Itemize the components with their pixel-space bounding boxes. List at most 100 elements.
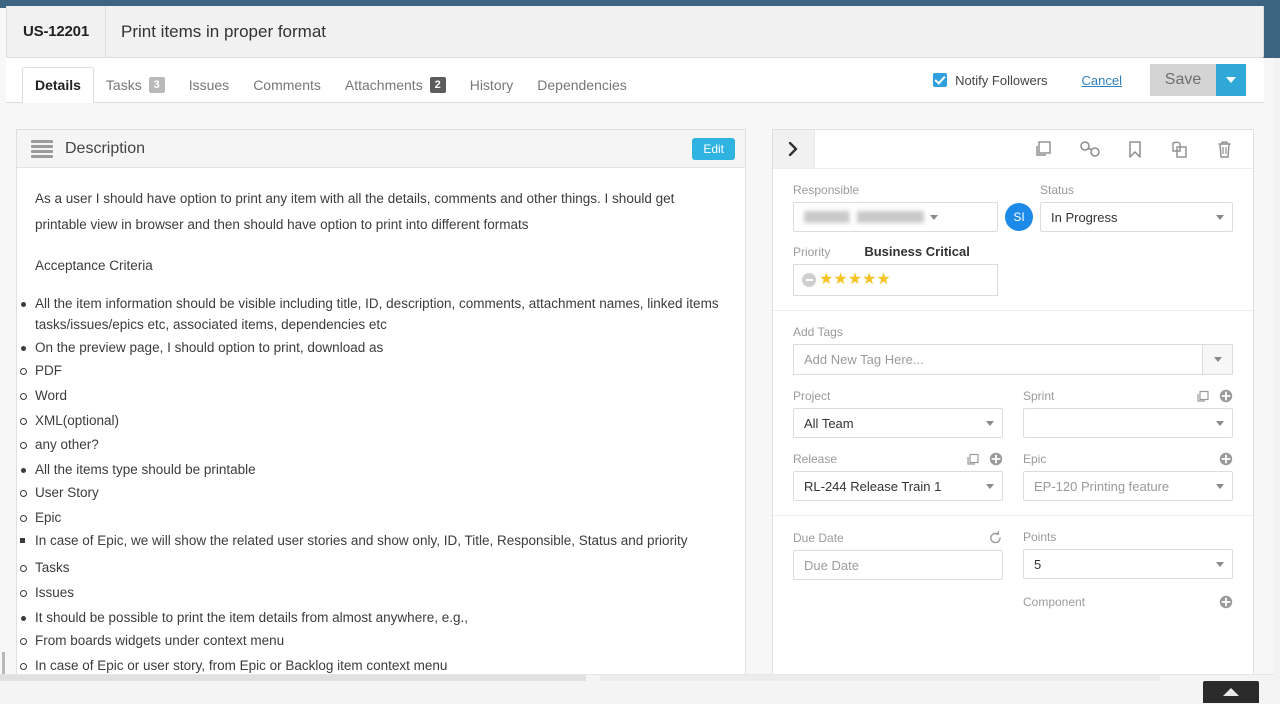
project-label: Project <box>793 389 1003 403</box>
due-date-label: Due Date <box>793 530 1003 545</box>
item-header: US-12201 Print items in proper format <box>6 6 1264 58</box>
list-item-text: PDF <box>35 363 62 378</box>
component-label-text: Component <box>1023 595 1085 609</box>
edit-description-button[interactable]: Edit <box>692 138 735 160</box>
chevron-down-icon <box>930 215 938 220</box>
trash-icon[interactable] <box>1216 140 1233 159</box>
collapse-panel-button[interactable] <box>773 130 815 168</box>
tab-history[interactable]: History <box>458 68 526 102</box>
list-item-text: Word <box>35 388 67 403</box>
list-item: PDF <box>35 359 725 384</box>
list-item-text: It should be possible to print the item … <box>35 610 468 625</box>
list-item-text: All the items type should be printable <box>35 462 256 477</box>
item-detail-page: US-12201 Print items in proper format De… <box>0 0 1280 704</box>
chevron-down-icon <box>1216 484 1224 489</box>
project-value: All Team <box>804 416 980 431</box>
sprint-label-text: Sprint <box>1023 389 1054 403</box>
star-icon[interactable]: ★ <box>876 272 889 288</box>
list-item-text: Tasks <box>35 560 70 575</box>
priority-value-name: Business Critical <box>864 244 970 259</box>
points-select[interactable]: 5 <box>1023 549 1233 579</box>
star-icon[interactable]: ★ <box>848 272 861 288</box>
notify-followers-checkbox[interactable] <box>933 73 947 87</box>
horizontal-scrollbar[interactable] <box>0 674 1280 681</box>
save-dropdown-button[interactable] <box>1216 64 1246 96</box>
status-select[interactable]: In Progress <box>1040 202 1233 232</box>
add-tag-input[interactable]: Add New Tag Here... <box>793 344 1202 375</box>
add-epic-icon[interactable] <box>1219 452 1233 466</box>
due-date-input[interactable]: Due Date <box>793 550 1003 580</box>
star-icon[interactable]: ★ <box>819 272 832 288</box>
reset-due-date-icon[interactable] <box>988 530 1003 545</box>
epic-select[interactable]: EP-120 Printing feature <box>1023 471 1233 501</box>
star-icon[interactable]: ★ <box>833 272 846 288</box>
list-item: any other? <box>35 433 725 458</box>
open-release-icon[interactable] <box>966 453 980 466</box>
sprint-select[interactable] <box>1023 408 1233 438</box>
sub-list: User Story Epic In case of Epic, we will… <box>35 481 725 606</box>
save-button-group: Save <box>1150 64 1246 96</box>
responsible-field: Responsible <box>793 183 998 232</box>
tab-attachments[interactable]: Attachments 2 <box>333 68 458 102</box>
list-item: On the preview page, I should option to … <box>35 337 725 460</box>
open-in-new-window-icon[interactable] <box>1033 140 1053 158</box>
description-panel: Description Edit As a user I should have… <box>16 129 746 681</box>
list-item-text: Epic <box>35 510 61 525</box>
item-id: US-12201 <box>7 6 106 57</box>
chevron-down-icon <box>1226 77 1236 83</box>
tags-input-group: Add New Tag Here... <box>793 344 1233 375</box>
bookmark-icon[interactable] <box>1127 140 1143 159</box>
tab-tasks[interactable]: Tasks 3 <box>94 68 177 102</box>
due-date-actions <box>988 530 1003 545</box>
star-icon[interactable]: ★ <box>862 272 875 288</box>
release-select[interactable]: RL-244 Release Train 1 <box>793 471 1003 501</box>
save-button[interactable]: Save <box>1150 64 1216 96</box>
open-sprint-icon[interactable] <box>1196 390 1210 403</box>
responsible-status-row: Responsible SI Status In Progress <box>793 183 1233 232</box>
item-title: Print items in proper format <box>106 22 326 42</box>
add-release-icon[interactable] <box>989 452 1003 466</box>
notify-followers-control[interactable]: Notify Followers <box>933 73 1047 88</box>
epic-actions <box>1219 452 1233 466</box>
tab-issues[interactable]: Issues <box>177 68 241 102</box>
copy-icon[interactable] <box>1169 140 1190 159</box>
acceptance-criteria-list: All the item information should be visib… <box>35 293 725 704</box>
add-sprint-icon[interactable] <box>1219 389 1233 403</box>
project-select[interactable]: All Team <box>793 408 1003 438</box>
menu-icon <box>31 140 53 158</box>
sub-list: PDF Word XML(optional) any other? <box>35 359 725 459</box>
priority-rating[interactable]: ★ ★ ★ ★ ★ <box>793 264 998 296</box>
responsible-select[interactable] <box>793 202 998 232</box>
points-field: Points 5 Component <box>1023 530 1233 614</box>
component-label: Component <box>1023 595 1233 609</box>
link-icon[interactable] <box>1079 140 1101 158</box>
classification-section: Add Tags Add New Tag Here... Project All… <box>773 311 1253 516</box>
tab-comments[interactable]: Comments <box>241 68 333 102</box>
release-label: Release <box>793 452 1003 466</box>
responsible-value <box>804 211 924 223</box>
chevron-down-icon <box>1214 357 1222 362</box>
tab-details[interactable]: Details <box>22 67 94 103</box>
header-actions: Notify Followers Cancel Save <box>933 64 1264 102</box>
tags-label: Add Tags <box>793 325 1233 339</box>
list-item-text: On the preview page, I should option to … <box>35 340 383 355</box>
tab-label: History <box>470 77 514 93</box>
tags-dropdown-button[interactable] <box>1202 344 1233 375</box>
release-label-text: Release <box>793 452 837 466</box>
list-item: All the items type should be printable U… <box>35 459 725 607</box>
due-date-value: Due Date <box>804 558 994 573</box>
notify-followers-label: Notify Followers <box>955 73 1047 88</box>
priority-label: Priority <box>793 245 830 259</box>
description-body: As a user I should have option to print … <box>17 168 745 704</box>
avatar[interactable]: SI <box>1005 203 1033 231</box>
assignment-section: Responsible SI Status In Progress <box>773 169 1253 311</box>
cancel-button[interactable]: Cancel <box>1082 73 1122 88</box>
points-value: 5 <box>1034 557 1210 572</box>
add-component-icon[interactable] <box>1219 595 1233 609</box>
clear-priority-icon[interactable] <box>802 273 816 287</box>
status-field: Status In Progress <box>1040 183 1233 232</box>
vertical-scrollbar[interactable] <box>1274 58 1280 704</box>
scroll-to-top-button[interactable] <box>1203 681 1259 703</box>
tab-dependencies[interactable]: Dependencies <box>525 68 639 102</box>
main-content: Description Edit As a user I should have… <box>0 112 1280 676</box>
